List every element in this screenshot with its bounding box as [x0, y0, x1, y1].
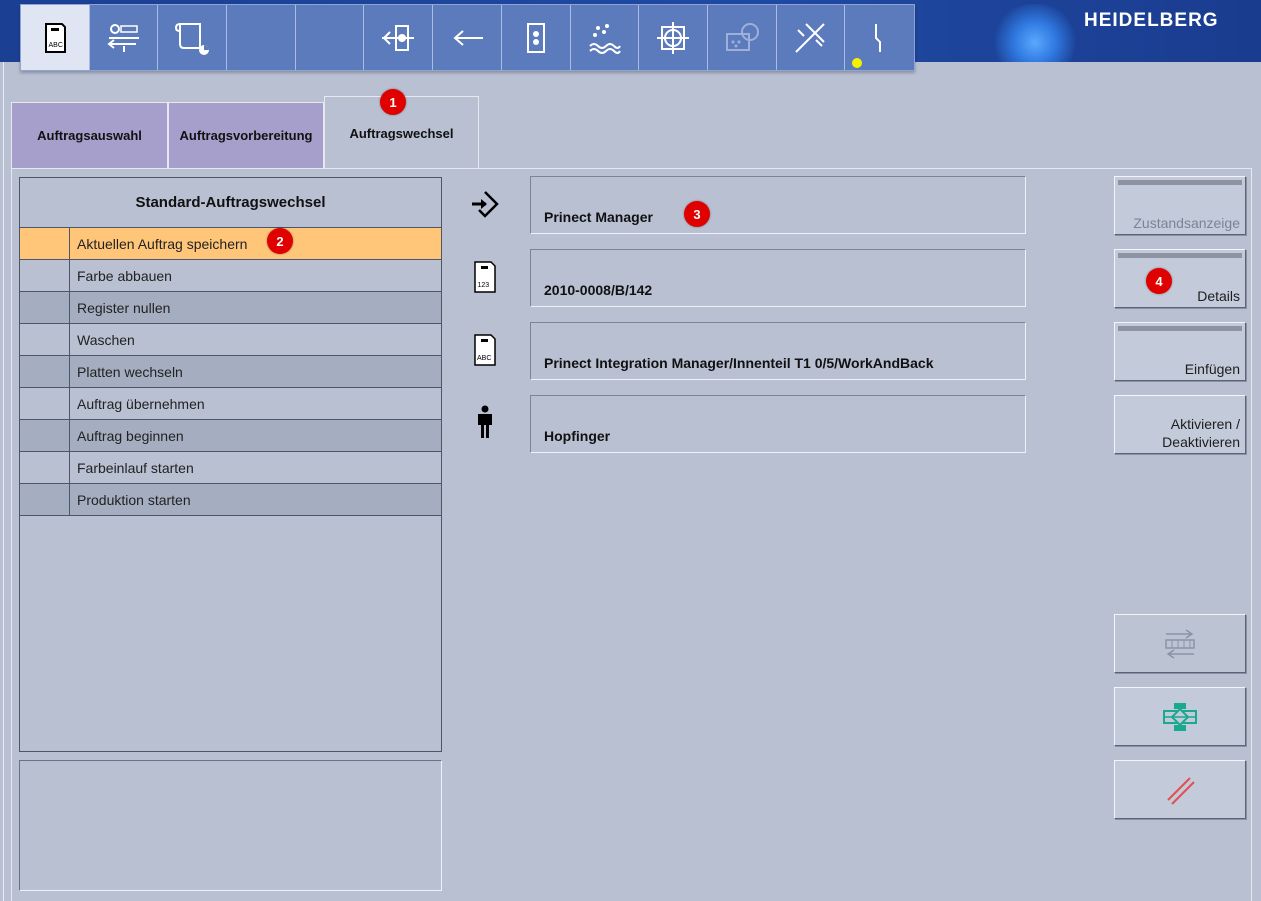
feeder-settings-icon	[106, 23, 139, 52]
list-item[interactable]: Farbe abbauen	[20, 260, 441, 292]
activate-deactivate-button[interactable]: Aktivieren / Deaktivieren	[1114, 395, 1246, 454]
import-source-icon	[472, 191, 499, 218]
transfer-arrow-icon	[453, 29, 483, 46]
list-item-label: Waschen	[77, 331, 135, 348]
source-field: Prinect Manager	[530, 176, 1026, 234]
insert-label: Einfügen	[1184, 361, 1240, 377]
list-item[interactable]: Auftrag beginnen	[20, 420, 441, 452]
callout-badge-4: 4	[1146, 268, 1172, 294]
inking-unit-icon	[526, 22, 545, 53]
toolbar-button-job-card[interactable]: ABC	[21, 5, 90, 70]
job-number-field: 2010-0008/B/142	[530, 249, 1026, 307]
callout-badge-1: 1	[380, 89, 406, 115]
list-item[interactable]: Aktuellen Auftrag speichern	[20, 228, 441, 260]
cancel-slash-icon	[1167, 776, 1195, 805]
list-item-label: Auftrag übernehmen	[77, 395, 205, 412]
list-title: Standard-Auftragswechsel	[20, 178, 441, 228]
dampening-icon	[589, 23, 622, 54]
toolbar-button-register[interactable]	[364, 5, 434, 70]
info-text-box	[19, 760, 442, 891]
list-item[interactable]: Farbeinlauf starten	[20, 452, 441, 484]
list-item[interactable]: Produktion starten	[20, 484, 441, 516]
job-name-field: Prinect Integration Manager/Innenteil T1…	[530, 322, 1026, 380]
status-led	[852, 58, 862, 68]
callout-badge-2: 2	[267, 228, 293, 254]
swap-jobs-button[interactable]	[1114, 614, 1246, 673]
list-item[interactable]: Auftrag übernehmen	[20, 388, 441, 420]
accept-job-button[interactable]	[1114, 687, 1246, 746]
power-line-icon	[874, 23, 881, 52]
brand-logo: HEIDELBERG	[1084, 10, 1219, 31]
toolbar-button-inking[interactable]	[502, 5, 571, 70]
tab-auftragsauswahl[interactable]: Auftragsauswahl	[11, 102, 168, 168]
swap-jobs-icon	[1165, 628, 1195, 659]
toolbar-button-quality[interactable]	[708, 5, 777, 70]
toolbar-button-document[interactable]	[158, 5, 228, 70]
cancel-button[interactable]	[1114, 760, 1246, 819]
list-item[interactable]: Platten wechseln	[20, 356, 441, 388]
job-change-list-panel: Standard-Auftragswechsel Aktuellen Auftr…	[19, 177, 442, 752]
job-card-abc-icon: ABC	[44, 22, 66, 53]
list-item-label: Platten wechseln	[77, 363, 183, 380]
callout-badge-3: 3	[684, 201, 710, 227]
list-item-label: Register nullen	[77, 299, 171, 316]
deactivate-label: Deaktivieren	[1162, 434, 1240, 450]
status-display-label: Zustandsanzeige	[1133, 215, 1240, 231]
activate-label: Aktivieren /	[1170, 416, 1240, 432]
accept-job-icon	[1163, 702, 1197, 731]
list-item-label: Aktuellen Auftrag speichern	[77, 235, 248, 252]
list-item[interactable]: Register nullen	[20, 292, 441, 324]
tab-auftragsvorbereitung[interactable]: Auftragsvorbereitung	[168, 102, 324, 168]
svg-text:ABC: ABC	[477, 355, 491, 362]
toolbar-button-feeder[interactable]	[90, 5, 159, 70]
list-item-label: Farbe abbauen	[77, 267, 172, 284]
main-toolbar: ABC	[20, 4, 915, 71]
operator-person-icon	[478, 405, 492, 438]
target-crosshair-icon	[657, 21, 690, 54]
toolbar-button-empty-2[interactable]	[296, 5, 365, 70]
quality-control-icon	[725, 22, 759, 51]
status-display-button[interactable]: Zustandsanzeige	[1114, 176, 1246, 235]
operator-field: Hopfinger	[530, 395, 1026, 453]
scroll-document-icon	[175, 22, 210, 55]
job-number-icon: 123	[474, 261, 496, 293]
toolbar-button-dampening[interactable]	[571, 5, 640, 70]
list-item-label: Auftrag beginnen	[77, 427, 184, 444]
insert-button[interactable]: Einfügen	[1114, 322, 1246, 381]
toolbar-button-target[interactable]	[639, 5, 708, 70]
list-item-label: Farbeinlauf starten	[77, 459, 194, 476]
details-button[interactable]: Details	[1114, 249, 1246, 308]
toolbar-button-empty-1[interactable]	[227, 5, 296, 70]
svg-text:123: 123	[478, 282, 490, 289]
register-adjust-icon	[382, 24, 415, 51]
details-label: Details	[1197, 288, 1240, 304]
list-item[interactable]: Waschen	[20, 324, 441, 356]
toolbar-button-cross[interactable]	[777, 5, 846, 70]
list-item-label: Produktion starten	[77, 491, 191, 508]
job-name-icon: ABC	[474, 334, 496, 366]
cross-adjust-icon	[795, 22, 826, 53]
toolbar-button-transfer[interactable]	[433, 5, 502, 70]
svg-text:ABC: ABC	[48, 42, 62, 49]
